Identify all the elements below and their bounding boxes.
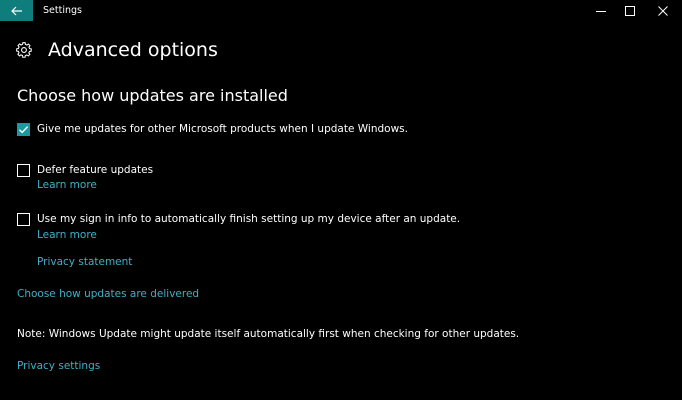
- minimize-button[interactable]: [585, 0, 617, 21]
- section-title: Choose how updates are installed: [17, 86, 288, 105]
- minimize-icon: [596, 10, 606, 12]
- maximize-icon: [625, 5, 635, 16]
- maximize-button[interactable]: [614, 0, 646, 21]
- option-defer-feature-updates[interactable]: Defer feature updates: [17, 163, 153, 178]
- checkmark-icon: [19, 126, 29, 134]
- title-bar: Settings: [0, 0, 682, 21]
- option-label: Defer feature updates: [37, 164, 154, 176]
- privacy-statement-link[interactable]: Privacy statement: [37, 255, 132, 270]
- delivery-options-link[interactable]: Choose how updates are delivered: [17, 287, 199, 302]
- option-label: Give me updates for other Microsoft prod…: [37, 123, 408, 135]
- option-label: Use my sign in info to automatically fin…: [37, 213, 461, 225]
- learn-more-link-defer[interactable]: Learn more: [37, 178, 97, 193]
- close-icon: [658, 5, 668, 16]
- close-button[interactable]: [647, 0, 679, 21]
- window-title: Settings: [43, 5, 82, 16]
- privacy-settings-link[interactable]: Privacy settings: [17, 359, 100, 374]
- option-other-products[interactable]: Give me updates for other Microsoft prod…: [17, 122, 408, 137]
- option-sign-in-info[interactable]: Use my sign in info to automatically fin…: [17, 212, 460, 227]
- settings-window: Settings Advanced options Choose how upd…: [0, 0, 682, 400]
- checkbox-other-products[interactable]: [17, 123, 30, 136]
- learn-more-link-sign-in[interactable]: Learn more: [37, 228, 97, 243]
- page-title: Advanced options: [48, 39, 218, 61]
- checkbox-sign-in-info[interactable]: [17, 213, 30, 226]
- gear-icon: [16, 42, 32, 58]
- back-button[interactable]: [0, 0, 33, 21]
- checkbox-defer-feature-updates[interactable]: [17, 164, 30, 177]
- update-note: Note: Windows Update might update itself…: [17, 328, 520, 340]
- back-arrow-icon: [10, 6, 22, 15]
